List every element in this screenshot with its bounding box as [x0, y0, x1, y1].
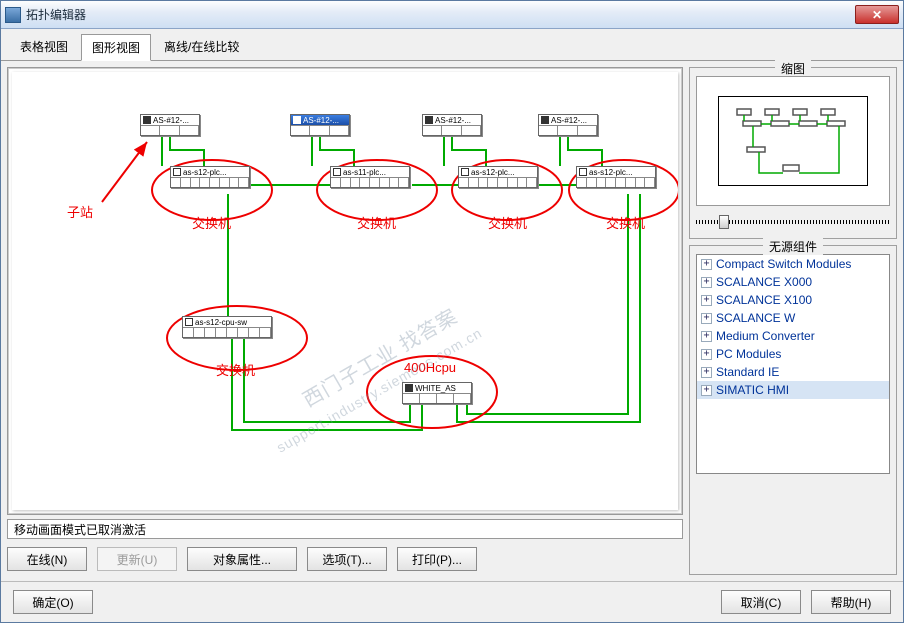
- tree-item[interactable]: + SIMATIC HMI: [697, 381, 889, 399]
- device-switch-3[interactable]: as-s12-plc...: [458, 166, 538, 188]
- app-window: 拓扑编辑器 ✕ 表格视图 图形视图 离线/在线比较: [0, 0, 904, 623]
- components-title: 无源组件: [763, 238, 823, 255]
- expand-icon[interactable]: +: [701, 259, 712, 270]
- device-label: AS-#12-...: [153, 116, 189, 125]
- zoom-slider[interactable]: [696, 212, 890, 232]
- device-label: as-s12-plc...: [589, 168, 633, 177]
- close-button[interactable]: ✕: [855, 5, 899, 24]
- slider-thumb[interactable]: [719, 215, 729, 229]
- app-icon: [5, 7, 21, 23]
- tab-bar: 表格视图 图形视图 离线/在线比较: [1, 29, 903, 61]
- device-label: as-s12-plc...: [183, 168, 227, 177]
- cancel-button[interactable]: 取消(C): [721, 590, 801, 614]
- tree-label: SIMATIC HMI: [716, 383, 789, 397]
- thumbnail-title: 缩图: [775, 60, 811, 77]
- update-button: 更新(U): [97, 547, 177, 571]
- right-column: 缩图: [689, 67, 897, 575]
- topology-links: [12, 72, 678, 510]
- tree-label: Compact Switch Modules: [716, 257, 851, 271]
- tree-item[interactable]: + Medium Converter: [697, 327, 889, 345]
- device-switch-5[interactable]: as-s12-cpu-sw: [182, 316, 272, 338]
- device-io-3[interactable]: AS-#12-...: [422, 114, 482, 136]
- tree-label: Standard IE: [716, 365, 779, 379]
- tree-item[interactable]: + Compact Switch Modules: [697, 255, 889, 273]
- expand-icon[interactable]: +: [701, 367, 712, 378]
- thumbnail-canvas: [718, 96, 868, 186]
- device-label: AS-#12-...: [303, 116, 339, 125]
- device-switch-1[interactable]: as-s12-plc...: [170, 166, 250, 188]
- tab-graphic-view[interactable]: 图形视图: [81, 34, 151, 61]
- device-switch-4[interactable]: as-s12-plc...: [576, 166, 656, 188]
- device-io-2[interactable]: AS-#12-...: [290, 114, 350, 136]
- device-label: AS-#12-...: [551, 116, 587, 125]
- tree-label: SCALANCE X000: [716, 275, 812, 289]
- device-io-4[interactable]: AS-#12-...: [538, 114, 598, 136]
- expand-icon[interactable]: +: [701, 331, 712, 342]
- expand-icon[interactable]: +: [701, 277, 712, 288]
- status-bar: 移动画面模式已取消激活: [7, 519, 683, 539]
- tab-table-view[interactable]: 表格视图: [9, 33, 79, 60]
- thumbnail-group: 缩图: [689, 67, 897, 239]
- device-label: as-s11-plc...: [343, 168, 386, 177]
- titlebar: 拓扑编辑器 ✕: [1, 1, 903, 29]
- canvas-inner[interactable]: AS-#12-... AS-#12-... AS-#12-... AS-#12-…: [12, 72, 678, 510]
- ok-button[interactable]: 确定(O): [13, 590, 93, 614]
- object-properties-button[interactable]: 对象属性...: [187, 547, 297, 571]
- device-io-1[interactable]: AS-#12-...: [140, 114, 200, 136]
- status-text: 移动画面模式已取消激活: [14, 521, 146, 538]
- dialog-buttons: 确定(O) 取消(C) 帮助(H): [1, 581, 903, 622]
- expand-icon[interactable]: +: [701, 295, 712, 306]
- tab-compare[interactable]: 离线/在线比较: [153, 33, 250, 60]
- tree-item[interactable]: + SCALANCE W: [697, 309, 889, 327]
- tree-label: SCALANCE X100: [716, 293, 812, 307]
- expand-icon[interactable]: +: [701, 349, 712, 360]
- tree-label: PC Modules: [716, 347, 781, 361]
- options-button[interactable]: 选项(T)...: [307, 547, 387, 571]
- tree-label: SCALANCE W: [716, 311, 795, 325]
- print-button[interactable]: 打印(P)...: [397, 547, 477, 571]
- device-switch-2[interactable]: as-s11-plc...: [330, 166, 410, 188]
- topology-canvas[interactable]: AS-#12-... AS-#12-... AS-#12-... AS-#12-…: [7, 67, 683, 515]
- expand-icon[interactable]: +: [701, 385, 712, 396]
- components-tree[interactable]: + Compact Switch Modules + SCALANCE X000 +…: [696, 254, 890, 474]
- expand-icon[interactable]: +: [701, 313, 712, 324]
- tree-item[interactable]: + SCALANCE X000: [697, 273, 889, 291]
- online-button[interactable]: 在线(N): [7, 547, 87, 571]
- components-group: 无源组件 +Compact Switch Modules +SCALANCE X…: [689, 245, 897, 575]
- toolbar: 在线(N) 更新(U) 对象属性... 选项(T)... 打印(P)...: [7, 543, 683, 575]
- device-label: WHITE_AS: [415, 384, 456, 393]
- tree-item[interactable]: + PC Modules: [697, 345, 889, 363]
- device-label: as-s12-cpu-sw: [195, 318, 247, 327]
- help-button[interactable]: 帮助(H): [811, 590, 891, 614]
- tree-label: Medium Converter: [716, 329, 815, 343]
- content-area: AS-#12-... AS-#12-... AS-#12-... AS-#12-…: [1, 61, 903, 581]
- device-label: as-s12-plc...: [471, 168, 515, 177]
- window-title: 拓扑编辑器: [26, 6, 855, 23]
- device-cpu[interactable]: WHITE_AS: [402, 382, 472, 404]
- left-column: AS-#12-... AS-#12-... AS-#12-... AS-#12-…: [7, 67, 683, 575]
- tree-item[interactable]: + Standard IE: [697, 363, 889, 381]
- tree-item[interactable]: + SCALANCE X100: [697, 291, 889, 309]
- thumbnail-view[interactable]: [696, 76, 890, 206]
- device-label: AS-#12-...: [435, 116, 471, 125]
